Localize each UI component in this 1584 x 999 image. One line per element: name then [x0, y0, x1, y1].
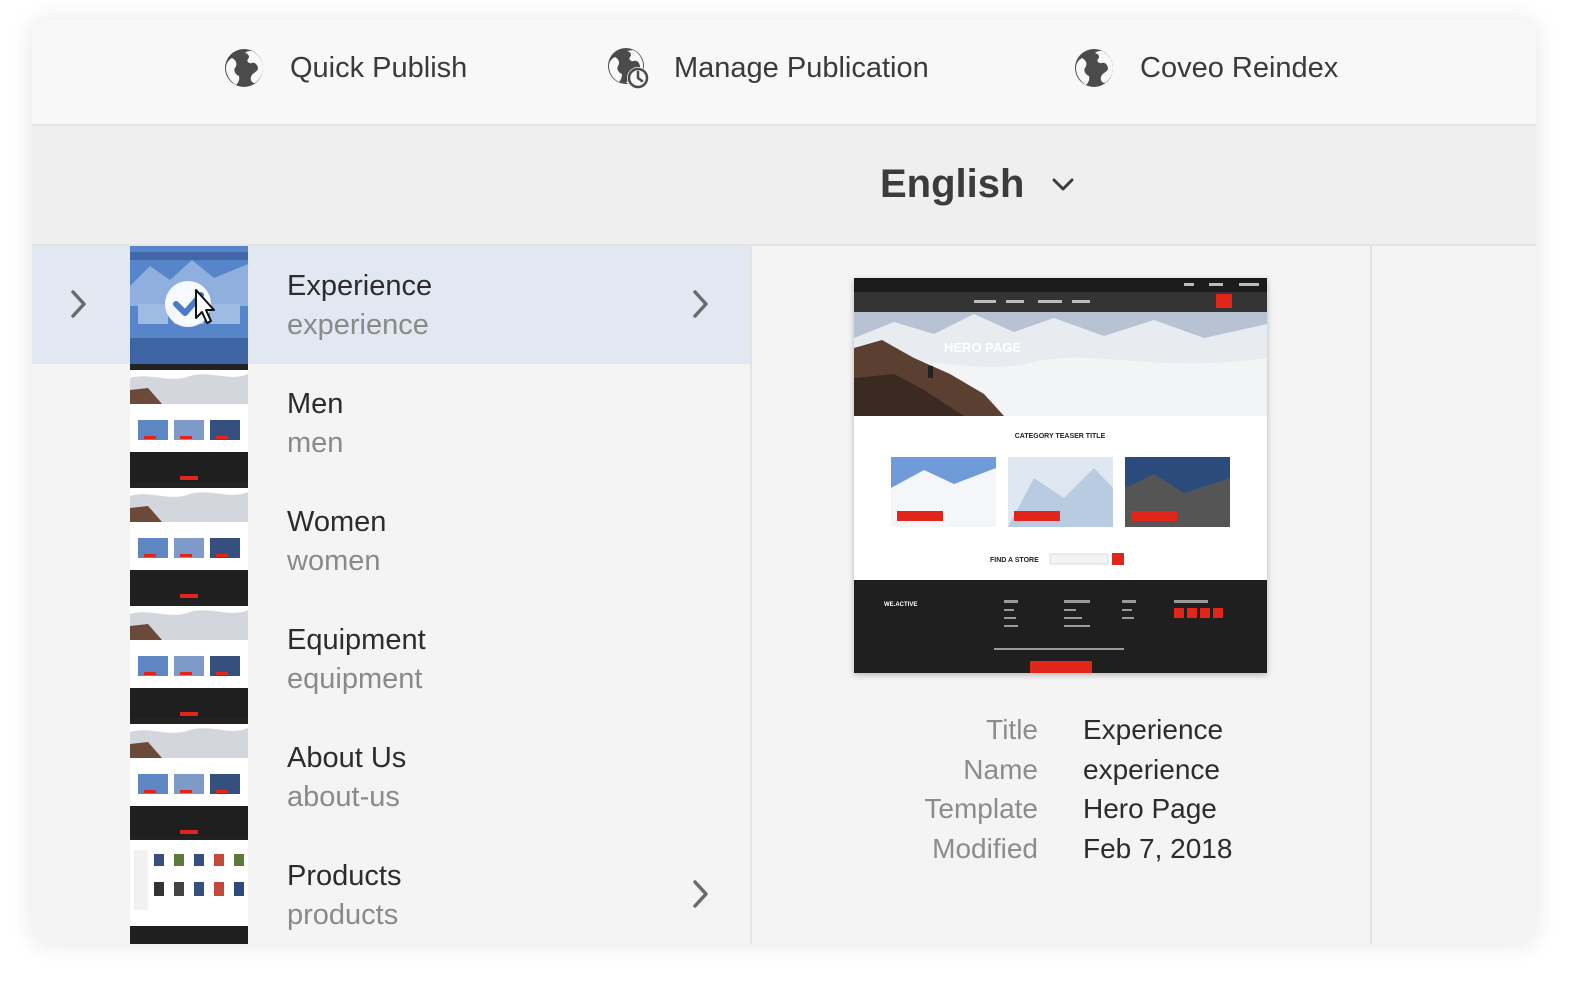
page-thumbnail [130, 836, 248, 944]
chevron-right-icon[interactable] [68, 288, 90, 320]
language-selected-label: English [880, 162, 1025, 206]
list-item-equipment[interactable]: Equipment equipment [32, 600, 750, 718]
page-thumbnail [130, 600, 248, 718]
preview-hero-title: HERO PAGE [944, 340, 1021, 355]
action-toolbar: Quick Publish Manage Publication Coveo R… [32, 20, 1536, 126]
list-item-experience[interactable]: Experience experience [32, 246, 750, 364]
chevron-down-icon [1052, 178, 1074, 190]
property-value: Hero Page [1083, 793, 1217, 824]
page-thumbnail [130, 482, 248, 600]
page-thumbnail[interactable] [130, 246, 248, 364]
preview-teaser-title: CATEGORY TEASER TITLE [1015, 433, 1106, 440]
property-value: experience [1083, 754, 1220, 785]
property-label: Template [924, 793, 1038, 824]
page-thumbnail [130, 364, 248, 482]
thumbnail-image [130, 600, 248, 718]
property-row-modified: Modified Feb 7, 2018 [752, 833, 1370, 873]
list-item-men[interactable]: Men men [32, 364, 750, 482]
list-item-about-us[interactable]: About Us about-us [32, 718, 750, 836]
language-dropdown[interactable]: English [880, 162, 1074, 207]
page-name: women [287, 545, 381, 577]
thumbnail-image [130, 364, 248, 482]
property-label: Name [963, 754, 1038, 785]
thumbnail-image [130, 482, 248, 600]
list-item-women[interactable]: Women women [32, 482, 750, 600]
empty-column [1372, 246, 1536, 944]
page-list-column: Experience experience Men men Women wome… [32, 246, 752, 944]
page-name: men [287, 427, 344, 459]
thumbnail-image [130, 246, 248, 364]
property-label: Title [986, 714, 1038, 745]
page-title: About Us [287, 742, 407, 774]
list-item-products[interactable]: Products products [32, 836, 750, 944]
globe-icon [225, 49, 263, 87]
preview-render: HERO PAGE CATEGORY TEASER TITLE FIND A S… [854, 278, 1267, 673]
thumbnail-image [130, 718, 248, 836]
property-row-template: Template Hero Page [752, 793, 1370, 833]
page-preview-image: HERO PAGE CATEGORY TEASER TITLE FIND A S… [854, 278, 1267, 673]
quick-publish-label: Quick Publish [290, 51, 468, 84]
property-value: Experience [1083, 714, 1224, 745]
page-thumbnail [130, 718, 248, 836]
globe-icon [1075, 49, 1113, 87]
property-label: Modified [932, 833, 1038, 864]
property-row-name: Name experience [752, 754, 1370, 794]
preview-brand: WE.ACTIVE [884, 602, 917, 608]
manage-publication-button[interactable]: Manage Publication [606, 46, 929, 90]
page-name: about-us [287, 781, 400, 813]
page-name: experience [287, 309, 429, 341]
language-bar: English [32, 126, 1536, 246]
chevron-right-icon[interactable] [690, 288, 712, 320]
page-title: Experience [287, 270, 433, 302]
page-name: products [287, 899, 399, 931]
page-title: Products [287, 860, 402, 892]
page-title: Men [287, 388, 344, 420]
page-title: Women [287, 506, 387, 538]
globe-clock-icon [608, 48, 649, 89]
preview-store-label: FIND A STORE [990, 557, 1039, 564]
coveo-reindex-label: Coveo Reindex [1140, 51, 1339, 84]
property-row-title: Title Experience [752, 714, 1370, 754]
page-name: equipment [287, 663, 423, 695]
quick-publish-button[interactable]: Quick Publish [222, 46, 467, 90]
app-window: Quick Publish Manage Publication Coveo R… [32, 20, 1536, 944]
property-value: Feb 7, 2018 [1083, 833, 1233, 864]
page-title: Equipment [287, 624, 426, 656]
manage-publication-label: Manage Publication [674, 51, 929, 84]
page-detail-column: HERO PAGE CATEGORY TEASER TITLE FIND A S… [752, 246, 1372, 944]
coveo-reindex-button[interactable]: Coveo Reindex [1072, 46, 1338, 90]
chevron-right-icon[interactable] [690, 878, 712, 910]
thumbnail-image [130, 836, 248, 944]
